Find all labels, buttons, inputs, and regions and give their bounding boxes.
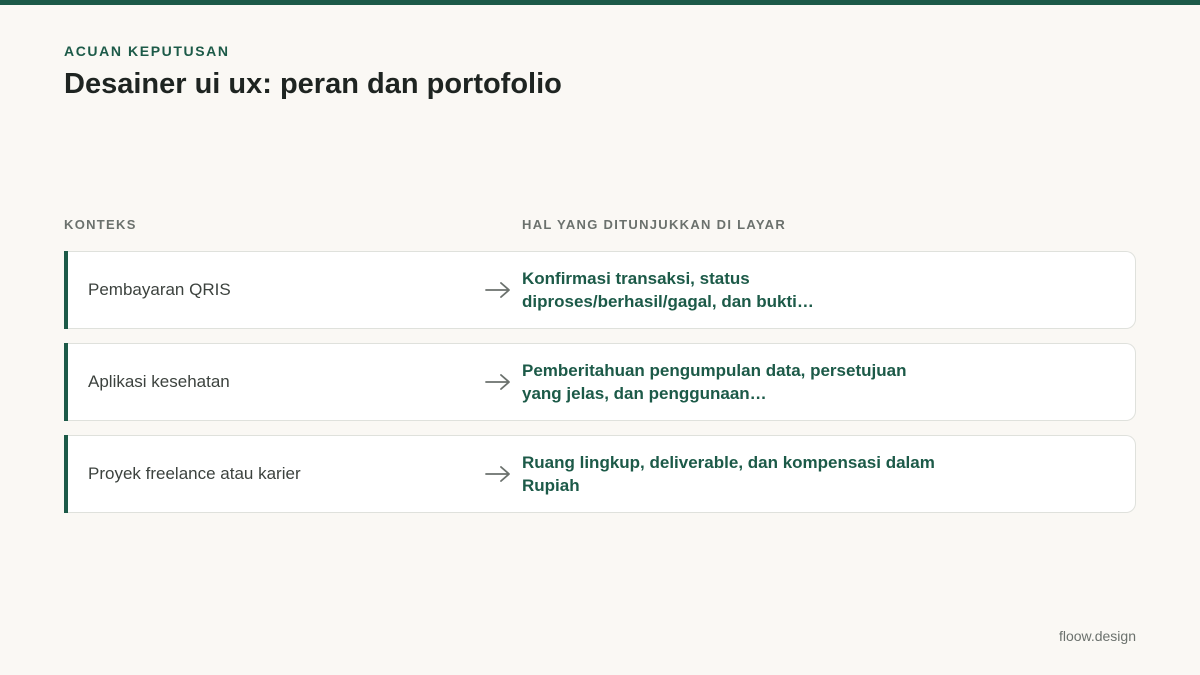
row-detail: Konfirmasi transaksi, status diproses/be… (522, 269, 814, 311)
row-accent-bar (64, 343, 68, 421)
footer-brand: floow.design (1058, 628, 1136, 644)
arrow-right-icon (485, 436, 511, 512)
row-accent-bar (64, 435, 68, 513)
column-header-context: KONTEKS (64, 217, 137, 232)
decision-row: Pembayaran QRIS Konfirmasi transaksi, st… (64, 251, 1136, 329)
row-detail: Pemberitahuan pengumpulan data, persetuj… (522, 361, 907, 403)
row-context: Pembayaran QRIS (88, 280, 231, 299)
eyebrow-label: ACUAN KEPUTUSAN (64, 43, 230, 59)
top-accent-bar (0, 0, 1200, 5)
page-title: Desainer ui ux: peran dan portofolio (64, 68, 562, 100)
decision-row: Aplikasi kesehatan Pemberitahuan pengump… (64, 343, 1136, 421)
column-header-shown: HAL YANG DITUNJUKKAN DI LAYAR (522, 217, 787, 232)
row-context: Proyek freelance atau karier (88, 464, 301, 483)
decision-row: Proyek freelance atau karier Ruang lingk… (64, 435, 1136, 513)
row-detail: Ruang lingkup, deliverable, dan kompensa… (522, 453, 935, 495)
arrow-right-icon (485, 344, 511, 420)
arrow-right-icon (485, 252, 511, 328)
row-context: Aplikasi kesehatan (88, 372, 230, 391)
row-accent-bar (64, 251, 68, 329)
